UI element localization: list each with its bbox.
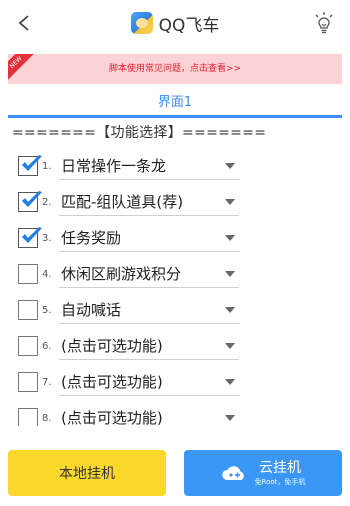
function-select[interactable]: 自动喊话: [59, 296, 239, 324]
dropdown-caret-icon: [225, 235, 235, 241]
function-checkbox[interactable]: [18, 191, 42, 212]
tab-interface-1[interactable]: 界面1: [8, 92, 342, 118]
checkmark-icon: [22, 191, 42, 207]
function-list[interactable]: 1. 日常操作一条龙 2. 匹配-组队道具(荐) 3. 任务奖励 4. 休闲区刷…: [0, 142, 350, 426]
select-value: 匹配-组队道具(荐): [61, 193, 184, 211]
cloud-text-group: 云挂机 免Root，免手机: [255, 460, 306, 487]
chevron-left-icon: [18, 15, 29, 31]
row-number: 3.: [42, 232, 52, 244]
local-hangup-label: 本地挂机: [59, 466, 115, 482]
checkmark-icon: [22, 227, 42, 243]
row-number: 7.: [42, 376, 52, 388]
function-row: 3. 任务奖励: [18, 222, 338, 254]
function-checkbox[interactable]: [18, 227, 42, 248]
function-checkbox[interactable]: [18, 300, 38, 320]
function-select[interactable]: (点击可选功能): [59, 368, 239, 396]
cloud-hangup-label: 云挂机: [258, 459, 301, 476]
title-group: QQ飞车: [130, 11, 220, 36]
dropdown-caret-icon: [225, 199, 235, 205]
dropdown-caret-icon: [225, 307, 235, 313]
select-value: 日常操作一条龙: [61, 157, 167, 175]
function-checkbox[interactable]: [18, 408, 38, 426]
function-row: 1. 日常操作一条龙: [18, 150, 338, 182]
checkmark-icon: [22, 155, 42, 171]
function-row: 6. (点击可选功能): [18, 330, 338, 362]
tab-label: 界面1: [157, 95, 193, 110]
select-value: (点击可选功能): [61, 409, 163, 426]
dropdown-caret-icon: [225, 343, 235, 349]
function-select[interactable]: (点击可选功能): [59, 332, 239, 360]
function-row: 8. (点击可选功能): [18, 402, 338, 426]
function-row: 2. 匹配-组队道具(荐): [18, 186, 338, 218]
function-checkbox[interactable]: [18, 336, 38, 356]
cloud-hangup-button[interactable]: 云挂机 免Root，免手机: [184, 450, 342, 496]
row-number: 4.: [42, 268, 52, 280]
select-value: 任务奖励: [61, 229, 122, 247]
dropdown-caret-icon: [225, 271, 235, 277]
function-checkbox[interactable]: [18, 372, 38, 392]
select-value: (点击可选功能): [61, 337, 163, 355]
section-title: =======【功能选择】=======: [12, 125, 267, 141]
dropdown-caret-icon: [225, 415, 235, 421]
function-row: 7. (点击可选功能): [18, 366, 338, 398]
tab-indicator: [8, 115, 342, 118]
row-number: 5.: [42, 304, 52, 316]
select-value: 自动喊话: [61, 301, 122, 319]
row-number: 8.: [42, 412, 52, 424]
cloud-gamepad-icon: [221, 466, 244, 480]
back-button[interactable]: [10, 8, 38, 38]
app-logo-icon: [130, 12, 153, 34]
function-checkbox[interactable]: [18, 264, 38, 284]
function-select[interactable]: 匹配-组队道具(荐): [59, 188, 239, 216]
function-select[interactable]: (点击可选功能): [59, 404, 239, 426]
notice-text: 脚本使用常见问题，点击查看>>: [108, 64, 242, 74]
notice-banner[interactable]: NEW 脚本使用常见问题，点击查看>>: [8, 54, 342, 84]
row-number: 1.: [42, 160, 52, 172]
dropdown-caret-icon: [225, 379, 235, 385]
local-hangup-button[interactable]: 本地挂机: [8, 450, 166, 496]
select-value: 休闲区刷游戏积分: [61, 265, 182, 283]
tips-button[interactable]: [310, 8, 338, 38]
app-header: QQ飞车: [0, 0, 350, 46]
dropdown-caret-icon: [225, 163, 235, 169]
cloud-hangup-sublabel: 免Root，免手机: [254, 477, 306, 486]
function-row: 5. 自动喊话: [18, 294, 338, 326]
select-value: (点击可选功能): [61, 373, 163, 391]
lightbulb-icon: [315, 12, 333, 34]
row-number: 6.: [42, 340, 52, 352]
function-select[interactable]: 任务奖励: [59, 224, 239, 252]
function-select[interactable]: 休闲区刷游戏积分: [59, 260, 239, 288]
function-select[interactable]: 日常操作一条龙: [59, 152, 239, 180]
function-checkbox[interactable]: [18, 155, 42, 176]
function-row: 4. 休闲区刷游戏积分: [18, 258, 338, 290]
page-title: QQ飞车: [158, 15, 220, 36]
row-number: 2.: [42, 196, 52, 208]
